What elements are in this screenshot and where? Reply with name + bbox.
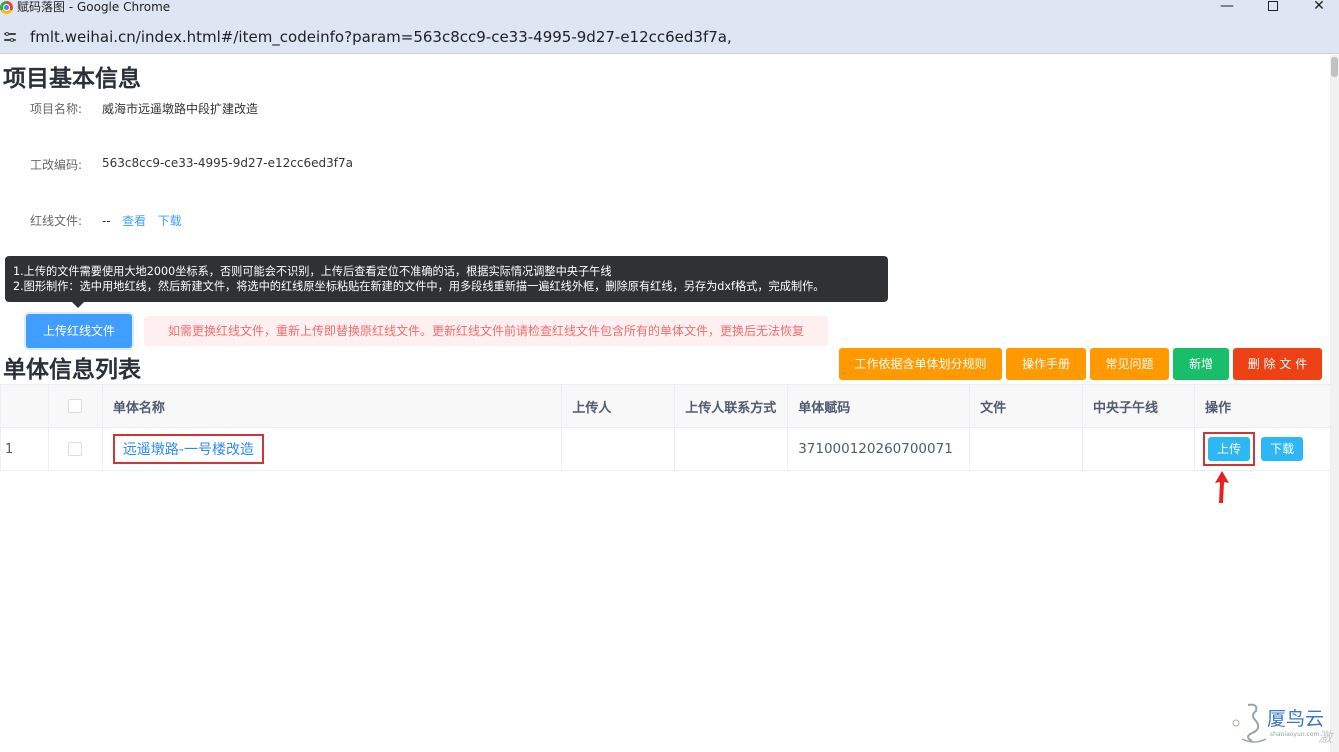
unit-code-cell: 371000120260700071: [787, 427, 971, 471]
scrollbar-thumb[interactable]: [1331, 57, 1338, 77]
row-index: 1: [0, 427, 49, 471]
row-upload-button[interactable]: 上传: [1207, 437, 1250, 461]
project-code-label: 工改编码:: [30, 158, 83, 172]
watermark-brand: 厦鸟云: [1267, 708, 1325, 730]
project-info-heading: 项目基本信息: [3, 66, 141, 92]
contact-cell: [674, 427, 789, 471]
column-index: [0, 384, 49, 428]
column-unit-name: 单体名称: [101, 384, 563, 428]
table-header-row: 单体名称 上传人 上传人联系方式 单体赋码 文件 中央子午线 操作: [0, 384, 1332, 428]
project-code-value: 563c8cc9-ce33-4995-9d27-e12cc6ed3f7a: [102, 156, 353, 170]
column-file: 文件: [969, 384, 1084, 428]
delete-file-button[interactable]: 删 除 文 件: [1233, 348, 1322, 380]
site-info-icon[interactable]: [4, 31, 16, 43]
chrome-icon: [0, 1, 13, 14]
minimize-button[interactable]: —: [1204, 0, 1250, 18]
column-actions: 操作: [1193, 384, 1332, 428]
url-field[interactable]: fmlt.weihai.cn/index.html#/item_codeinfo…: [30, 28, 732, 46]
tooltip-line-2: 2.图形制作：选中用地红线，然后新建文件，将选中的红线原坐标粘贴在新建的文件中，…: [13, 280, 825, 293]
unit-list-heading: 单体信息列表: [3, 357, 141, 383]
add-button[interactable]: 新增: [1173, 348, 1229, 380]
uploader-cell: [561, 427, 676, 471]
row-download-button[interactable]: 下载: [1261, 437, 1304, 461]
redline-file-empty: --: [102, 214, 111, 228]
file-cell: [969, 427, 1084, 471]
address-bar: fmlt.weihai.cn/index.html#/item_codeinfo…: [0, 18, 1339, 54]
watermark-corner-text: 激: [1318, 730, 1332, 746]
unit-name-cell: 远遥墩路-一号楼改造: [101, 427, 563, 471]
manual-button[interactable]: 操作手册: [1006, 348, 1086, 380]
project-name-value: 威海市远遥墩路中段扩建改造: [102, 102, 259, 116]
rules-button[interactable]: 工作依据含单体划分规则: [839, 348, 1002, 380]
faq-button[interactable]: 常见问题: [1090, 348, 1169, 380]
column-central-meridian: 中央子午线: [1082, 384, 1195, 428]
window-title: 赋码落图 - Google Chrome: [17, 0, 171, 14]
column-uploader: 上传人: [561, 384, 676, 428]
upload-highlight-box: 上传: [1202, 432, 1255, 466]
unit-name-link[interactable]: 远遥墩路-一号楼改造: [112, 434, 264, 464]
redline-warning-alert: 如需更换红线文件，重新上传即替换原红线文件。更新红线文件前请检查红线文件包含所有…: [144, 316, 828, 346]
download-redline-link[interactable]: 下载: [158, 214, 182, 228]
red-arrow-annotation: [1215, 471, 1229, 503]
upload-tooltip: 1.上传的文件需要使用大地2000坐标系，否则可能会不识别，上传后查看定位不准确…: [5, 256, 888, 302]
redline-file-label: 红线文件:: [30, 214, 83, 228]
unit-table: 单体名称 上传人 上传人联系方式 单体赋码 文件 中央子午线 操作 1 远遥墩路…: [0, 384, 1332, 471]
page-scrollbar[interactable]: [1330, 55, 1339, 752]
maximize-icon: [1268, 1, 1278, 11]
maximize-button[interactable]: [1250, 0, 1296, 18]
view-redline-link[interactable]: 查看: [122, 214, 146, 228]
upload-redline-button[interactable]: 上传红线文件: [26, 314, 132, 348]
row-checkbox[interactable]: [68, 442, 83, 456]
column-select: [47, 384, 103, 428]
column-uploader-contact: 上传人联系方式: [674, 384, 789, 428]
watermark-site: shaniaoyun.com: [1270, 731, 1320, 738]
tooltip-line-1: 1.上传的文件需要使用大地2000坐标系，否则可能会不识别，上传后查看定位不准确…: [13, 265, 612, 278]
select-all-checkbox[interactable]: [68, 399, 83, 413]
actions-cell: 上传 下载: [1193, 427, 1332, 471]
meridian-cell: [1082, 427, 1195, 471]
table-row: 1 远遥墩路-一号楼改造 371000120260700071 上传 下载: [0, 427, 1332, 471]
close-button[interactable]: ✕: [1296, 0, 1339, 18]
column-unit-code: 单体赋码: [787, 384, 971, 428]
redline-file-value: -- 查看 下载: [102, 212, 182, 229]
project-name-label: 项目名称:: [30, 102, 83, 116]
row-select-cell: [47, 427, 103, 471]
window-titlebar: 赋码落图 - Google Chrome — ✕: [0, 0, 1339, 18]
tooltip-arrow: [72, 302, 84, 308]
